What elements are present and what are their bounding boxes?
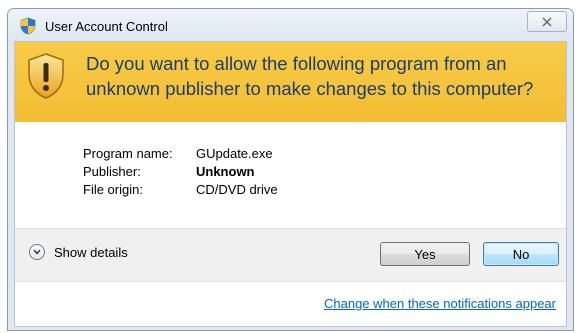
publisher-value: Unknown — [196, 164, 255, 179]
info-row-file-origin: File origin: CD/DVD drive — [83, 181, 278, 199]
file-origin-value: CD/DVD drive — [196, 182, 278, 197]
title-bar: User Account Control — [8, 9, 573, 41]
info-row-program-name: Program name: GUpdate.exe — [83, 145, 278, 163]
no-button[interactable]: No — [483, 242, 559, 266]
uac-shield-icon — [20, 17, 36, 35]
chevron-down-icon — [29, 244, 45, 260]
divider — [15, 281, 566, 282]
button-bar: Show details Yes No — [15, 229, 566, 281]
info-label: Program name: — [83, 146, 173, 161]
program-info: Program name: GUpdate.exe Publisher: Unkno… — [83, 145, 278, 199]
program-name-value: GUpdate.exe — [196, 146, 273, 161]
dialog-body: Do you want to allow the following progr… — [14, 41, 567, 327]
close-icon — [542, 17, 552, 26]
info-row-publisher: Publisher: Unknown — [83, 163, 278, 181]
info-label: File origin: — [83, 182, 143, 197]
close-button[interactable] — [527, 11, 567, 32]
warning-banner: Do you want to allow the following progr… — [15, 42, 566, 122]
info-label: Publisher: — [83, 164, 141, 179]
show-details-label: Show details — [54, 244, 128, 260]
uac-dialog: User Account Control Do you want to allo… — [7, 8, 574, 331]
warning-shield-icon — [28, 53, 64, 99]
window-title: User Account Control — [45, 19, 168, 34]
notification-settings-link[interactable]: Change when these notifications appear — [324, 296, 556, 311]
yes-button[interactable]: Yes — [380, 242, 470, 266]
show-details-toggle[interactable]: Show details — [29, 242, 128, 262]
prompt-message: Do you want to allow the following progr… — [86, 53, 534, 99]
